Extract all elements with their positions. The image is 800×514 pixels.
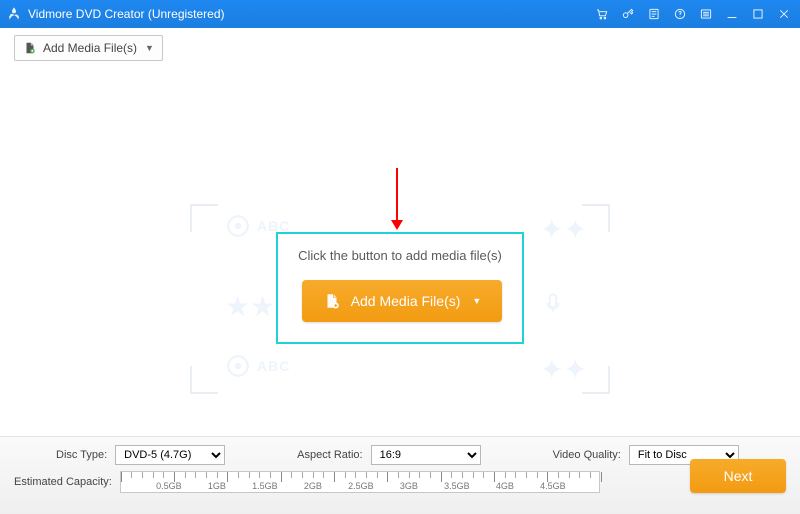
cart-icon[interactable] [594,6,610,22]
next-button[interactable]: Next [690,459,786,493]
maximize-icon[interactable] [750,6,766,22]
settings-row: Disc Type: DVD-5 (4.7G) Aspect Ratio: 16… [14,445,786,465]
ruler-tick-label: 1.5GB [252,481,278,491]
add-file-icon [323,292,341,310]
corner-bracket [190,366,218,394]
ruler-tick-label: 2.5GB [348,481,374,491]
titlebar: Vidmore DVD Creator (Unregistered) [0,0,800,28]
menu-icon[interactable] [698,6,714,22]
hint-text: Click the button to add media file(s) [0,248,800,263]
add-media-button-main[interactable]: Add Media File(s) ▼ [302,280,502,322]
capacity-ruler: 0.5GB 1GB 1.5GB 2GB 2.5GB 3GB 3.5GB 4GB 4.5GB [120,471,600,493]
add-media-button-toolbar[interactable]: Add Media File(s) ▼ [14,35,163,61]
annotation-arrow [396,168,398,228]
minimize-icon[interactable] [724,6,740,22]
app-logo-icon [6,6,22,22]
capacity-row: Estimated Capacity: 0.5GB 1GB 1.5GB 2GB 2.5G… [14,471,786,493]
add-media-label: Add Media File(s) [43,41,137,55]
main-area: ABC ✦✦ ★★ ABC ✦✦ Click the button to add… [0,68,800,436]
ruler-tick-label: 3.5GB [444,481,470,491]
help-icon[interactable] [672,6,688,22]
aspect-ratio-select[interactable]: 16:9 [371,445,481,465]
history-icon[interactable] [646,6,662,22]
chevron-down-icon: ▼ [145,43,154,53]
corner-bracket [582,366,610,394]
add-file-icon [23,41,37,55]
ruler-tick-label: 4.5GB [540,481,566,491]
disc-type-select[interactable]: DVD-5 (4.7G) [115,445,225,465]
capacity-label: Estimated Capacity: [14,476,112,488]
corner-bracket [582,204,610,232]
aspect-ratio-label: Aspect Ratio: [297,449,362,461]
toolbar: Add Media File(s) ▼ [0,28,800,68]
corner-bracket [190,204,218,232]
ruler-tick-label: 4GB [496,481,514,491]
close-icon[interactable] [776,6,792,22]
titlebar-icons [594,6,792,22]
next-label: Next [724,468,753,484]
video-quality-label: Video Quality: [553,449,621,461]
ruler-tick-label: 1GB [208,481,226,491]
app-title: Vidmore DVD Creator (Unregistered) [28,7,225,21]
ruler-tick-label: 0.5GB [156,481,182,491]
disc-type-label: Disc Type: [56,449,107,461]
ruler-tick-label: 2GB [304,481,322,491]
key-icon[interactable] [620,6,636,22]
chevron-down-icon: ▼ [472,296,481,306]
bottom-panel: Disc Type: DVD-5 (4.7G) Aspect Ratio: 16… [0,436,800,514]
ruler-tick-label: 3GB [400,481,418,491]
add-media-label: Add Media File(s) [351,293,461,309]
